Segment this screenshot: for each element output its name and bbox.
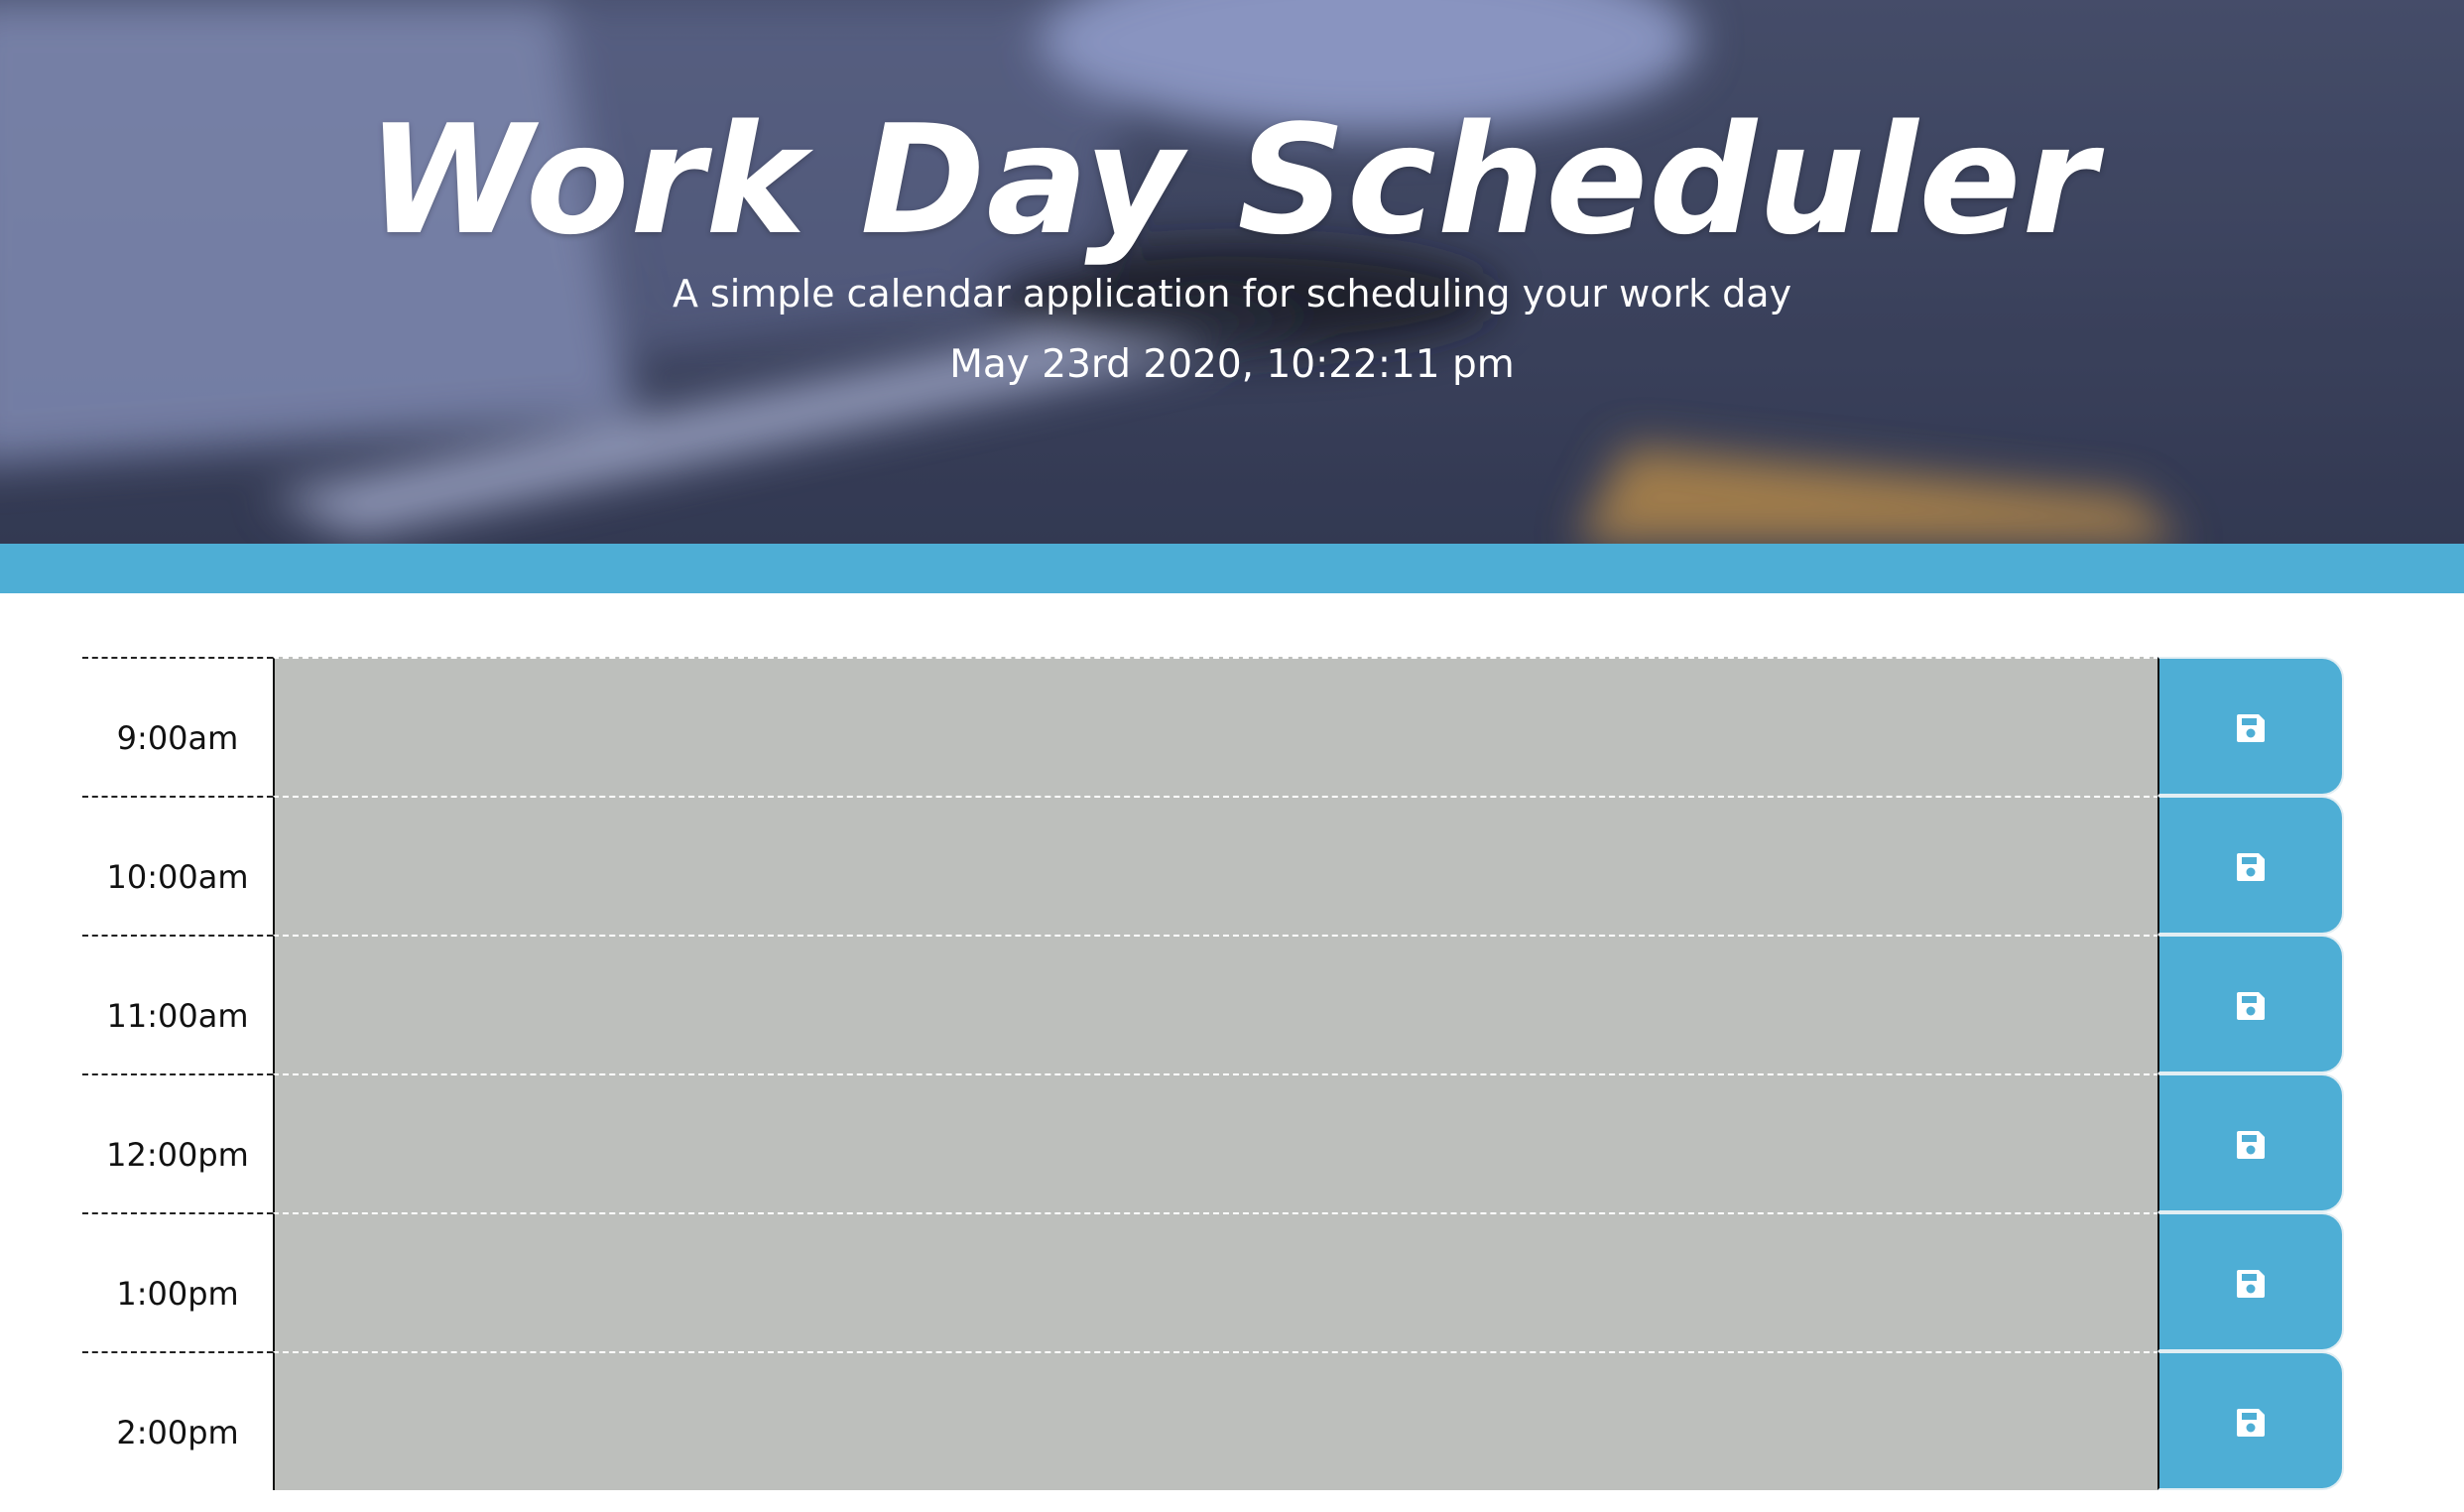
hour-label: 1:00pm (82, 1212, 273, 1351)
save-button[interactable] (2157, 1351, 2344, 1490)
hour-label: 9:00am (82, 657, 273, 796)
event-description-input[interactable] (273, 1073, 2159, 1212)
time-block-row: 1:00pm (82, 1212, 2344, 1351)
hour-label: 11:00am (82, 935, 273, 1073)
event-description-input[interactable] (273, 1212, 2159, 1351)
event-description-input[interactable] (273, 796, 2159, 935)
save-button[interactable] (2157, 657, 2344, 796)
time-block-row: 11:00am (82, 935, 2344, 1073)
save-icon (2237, 1270, 2265, 1298)
schedule-container: 9:00am 10:00am 11:00am 12:00pm 1:00pm 2:… (82, 657, 2344, 1490)
event-description-input[interactable] (273, 1351, 2159, 1490)
save-icon (2237, 1409, 2265, 1437)
save-icon (2237, 992, 2265, 1020)
page-subtitle: A simple calendar application for schedu… (672, 272, 1792, 315)
save-button[interactable] (2157, 796, 2344, 935)
save-button[interactable] (2157, 1073, 2344, 1212)
hero-header: Work Day Scheduler A simple calendar app… (0, 0, 2464, 544)
save-icon (2237, 853, 2265, 881)
hour-label: 2:00pm (82, 1351, 273, 1490)
time-block-row: 12:00pm (82, 1073, 2344, 1212)
hour-label: 12:00pm (82, 1073, 273, 1212)
current-datetime: May 23rd 2020, 10:22:11 pm (949, 342, 1515, 387)
event-description-input[interactable] (273, 935, 2159, 1073)
save-icon (2237, 1131, 2265, 1159)
page-title: Work Day Scheduler (366, 92, 2098, 268)
time-block-row: 9:00am (82, 657, 2344, 796)
save-icon (2237, 714, 2265, 742)
time-block-row: 10:00am (82, 796, 2344, 935)
save-button[interactable] (2157, 935, 2344, 1073)
header-accent-bar (0, 544, 2464, 593)
event-description-input[interactable] (273, 657, 2159, 796)
time-block-row: 2:00pm (82, 1351, 2344, 1490)
save-button[interactable] (2157, 1212, 2344, 1351)
hour-label: 10:00am (82, 796, 273, 935)
